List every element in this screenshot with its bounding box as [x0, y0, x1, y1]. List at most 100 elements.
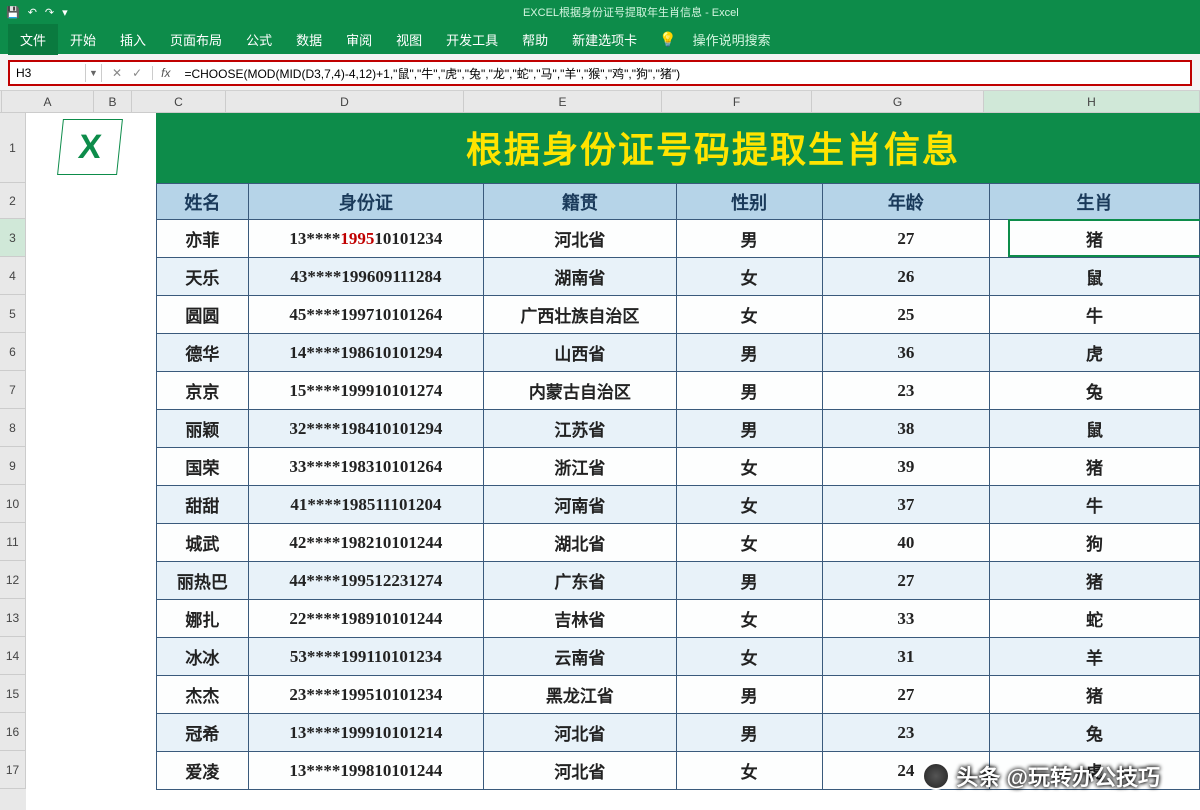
cell-name[interactable]: 甜甜 — [157, 486, 249, 524]
row-header-1[interactable]: 1 — [0, 113, 26, 183]
cell-prov[interactable]: 内蒙古自治区 — [484, 372, 677, 410]
cell-name[interactable]: 爱凌 — [157, 752, 249, 790]
cell-id[interactable]: 33****198310101264 — [248, 448, 483, 486]
cell-prov[interactable]: 山西省 — [484, 334, 677, 372]
row-header-13[interactable]: 13 — [0, 599, 26, 637]
tab-data[interactable]: 数据 — [284, 24, 334, 55]
row-header-10[interactable]: 10 — [0, 485, 26, 523]
cell-name[interactable]: 冠希 — [157, 714, 249, 752]
cell-name[interactable]: 天乐 — [157, 258, 249, 296]
cell-age[interactable]: 39 — [822, 448, 989, 486]
cell-age[interactable]: 38 — [822, 410, 989, 448]
cell-sex[interactable]: 男 — [676, 562, 822, 600]
save-icon[interactable]: 💾 — [6, 6, 20, 19]
cell-id[interactable]: 42****198210101244 — [248, 524, 483, 562]
cell-id[interactable]: 44****199512231274 — [248, 562, 483, 600]
row-header-3[interactable]: 3 — [0, 219, 26, 257]
cell-age[interactable]: 23 — [822, 372, 989, 410]
cell-name[interactable]: 京京 — [157, 372, 249, 410]
cell-prov[interactable]: 河北省 — [484, 752, 677, 790]
cell-prov[interactable]: 吉林省 — [484, 600, 677, 638]
cell-id[interactable]: 45****199710101264 — [248, 296, 483, 334]
cell-sex[interactable]: 女 — [676, 638, 822, 676]
cell-id[interactable]: 14****198610101294 — [248, 334, 483, 372]
row-header-6[interactable]: 6 — [0, 333, 26, 371]
cell-prov[interactable]: 广东省 — [484, 562, 677, 600]
cell-id[interactable]: 53****199110101234 — [248, 638, 483, 676]
cell-id[interactable]: 23****199510101234 — [248, 676, 483, 714]
cell-id[interactable]: 22****198910101244 — [248, 600, 483, 638]
cell-id[interactable]: 43****199609111284 — [248, 258, 483, 296]
row-header-12[interactable]: 12 — [0, 561, 26, 599]
row-header-2[interactable]: 2 — [0, 183, 26, 219]
col-header-C[interactable]: C — [132, 91, 226, 113]
cell-zod[interactable]: 蛇 — [989, 600, 1199, 638]
tab-home[interactable]: 开始 — [58, 24, 108, 55]
enter-icon[interactable]: ✓ — [132, 66, 142, 80]
cell-age[interactable]: 37 — [822, 486, 989, 524]
cell-sex[interactable]: 男 — [676, 714, 822, 752]
tab-file[interactable]: 文件 — [8, 24, 58, 55]
cell-sex[interactable]: 男 — [676, 410, 822, 448]
cell-prov[interactable]: 云南省 — [484, 638, 677, 676]
cell-age[interactable]: 27 — [822, 676, 989, 714]
cell-prov[interactable]: 河北省 — [484, 220, 677, 258]
cell-age[interactable]: 33 — [822, 600, 989, 638]
cell-zod[interactable]: 鼠 — [989, 410, 1199, 448]
col-header-F[interactable]: F — [662, 91, 812, 113]
cell-name[interactable]: 丽颖 — [157, 410, 249, 448]
cell-age[interactable]: 27 — [822, 220, 989, 258]
cell-prov[interactable]: 河北省 — [484, 714, 677, 752]
cell-zod[interactable]: 猪 — [989, 448, 1199, 486]
cell-prov[interactable]: 江苏省 — [484, 410, 677, 448]
row-header-16[interactable]: 16 — [0, 713, 26, 751]
cell-zod[interactable]: 兔 — [989, 714, 1199, 752]
tab-view[interactable]: 视图 — [384, 24, 434, 55]
cell-prov[interactable]: 河南省 — [484, 486, 677, 524]
cell-id[interactable]: 15****199910101274 — [248, 372, 483, 410]
tell-me-search[interactable]: 操作说明搜索 — [681, 24, 783, 55]
cell-sex[interactable]: 男 — [676, 220, 822, 258]
tab-new[interactable]: 新建选项卡 — [560, 24, 649, 55]
cell-id[interactable]: 13****199510101234 — [248, 220, 483, 258]
row-header-9[interactable]: 9 — [0, 447, 26, 485]
row-header-17[interactable]: 17 — [0, 751, 26, 789]
cell-sex[interactable]: 女 — [676, 524, 822, 562]
cell-sex[interactable]: 女 — [676, 600, 822, 638]
cell-sex[interactable]: 女 — [676, 258, 822, 296]
cell-prov[interactable]: 黑龙江省 — [484, 676, 677, 714]
cell-prov[interactable]: 湖南省 — [484, 258, 677, 296]
cell-sex[interactable]: 男 — [676, 334, 822, 372]
cell-age[interactable]: 25 — [822, 296, 989, 334]
cell-name[interactable]: 丽热巴 — [157, 562, 249, 600]
tab-review[interactable]: 审阅 — [334, 24, 384, 55]
cell-zod[interactable]: 狗 — [989, 524, 1199, 562]
row-header-8[interactable]: 8 — [0, 409, 26, 447]
cell-name[interactable]: 冰冰 — [157, 638, 249, 676]
formula-input[interactable]: =CHOOSE(MOD(MID(D3,7,4)-4,12)+1,"鼠","牛",… — [178, 63, 1190, 84]
col-header-H[interactable]: H — [984, 91, 1200, 113]
tab-help[interactable]: 帮助 — [510, 24, 560, 55]
cell-name[interactable]: 圆圆 — [157, 296, 249, 334]
cell-prov[interactable]: 浙江省 — [484, 448, 677, 486]
cell-prov[interactable]: 广西壮族自治区 — [484, 296, 677, 334]
cell-name[interactable]: 德华 — [157, 334, 249, 372]
cell-age[interactable]: 26 — [822, 258, 989, 296]
cell-id[interactable]: 32****198410101294 — [248, 410, 483, 448]
cell-zod[interactable]: 鼠 — [989, 258, 1199, 296]
cell-sex[interactable]: 男 — [676, 676, 822, 714]
cell-name[interactable]: 城武 — [157, 524, 249, 562]
col-header-A[interactable]: A — [2, 91, 94, 113]
grid-area[interactable]: X 根据身份证号码提取生肖信息 姓名身份证籍贯性别年龄生肖亦菲13****199… — [26, 113, 1200, 810]
col-header-E[interactable]: E — [464, 91, 662, 113]
cell-age[interactable]: 23 — [822, 714, 989, 752]
cell-id[interactable]: 13****199910101214 — [248, 714, 483, 752]
cell-age[interactable]: 27 — [822, 562, 989, 600]
cell-name[interactable]: 国荣 — [157, 448, 249, 486]
tab-layout[interactable]: 页面布局 — [158, 24, 234, 55]
cell-prov[interactable]: 湖北省 — [484, 524, 677, 562]
cell-zod[interactable]: 虎 — [989, 334, 1199, 372]
tab-insert[interactable]: 插入 — [108, 24, 158, 55]
cell-zod[interactable]: 牛 — [989, 296, 1199, 334]
cell-name[interactable]: 娜扎 — [157, 600, 249, 638]
